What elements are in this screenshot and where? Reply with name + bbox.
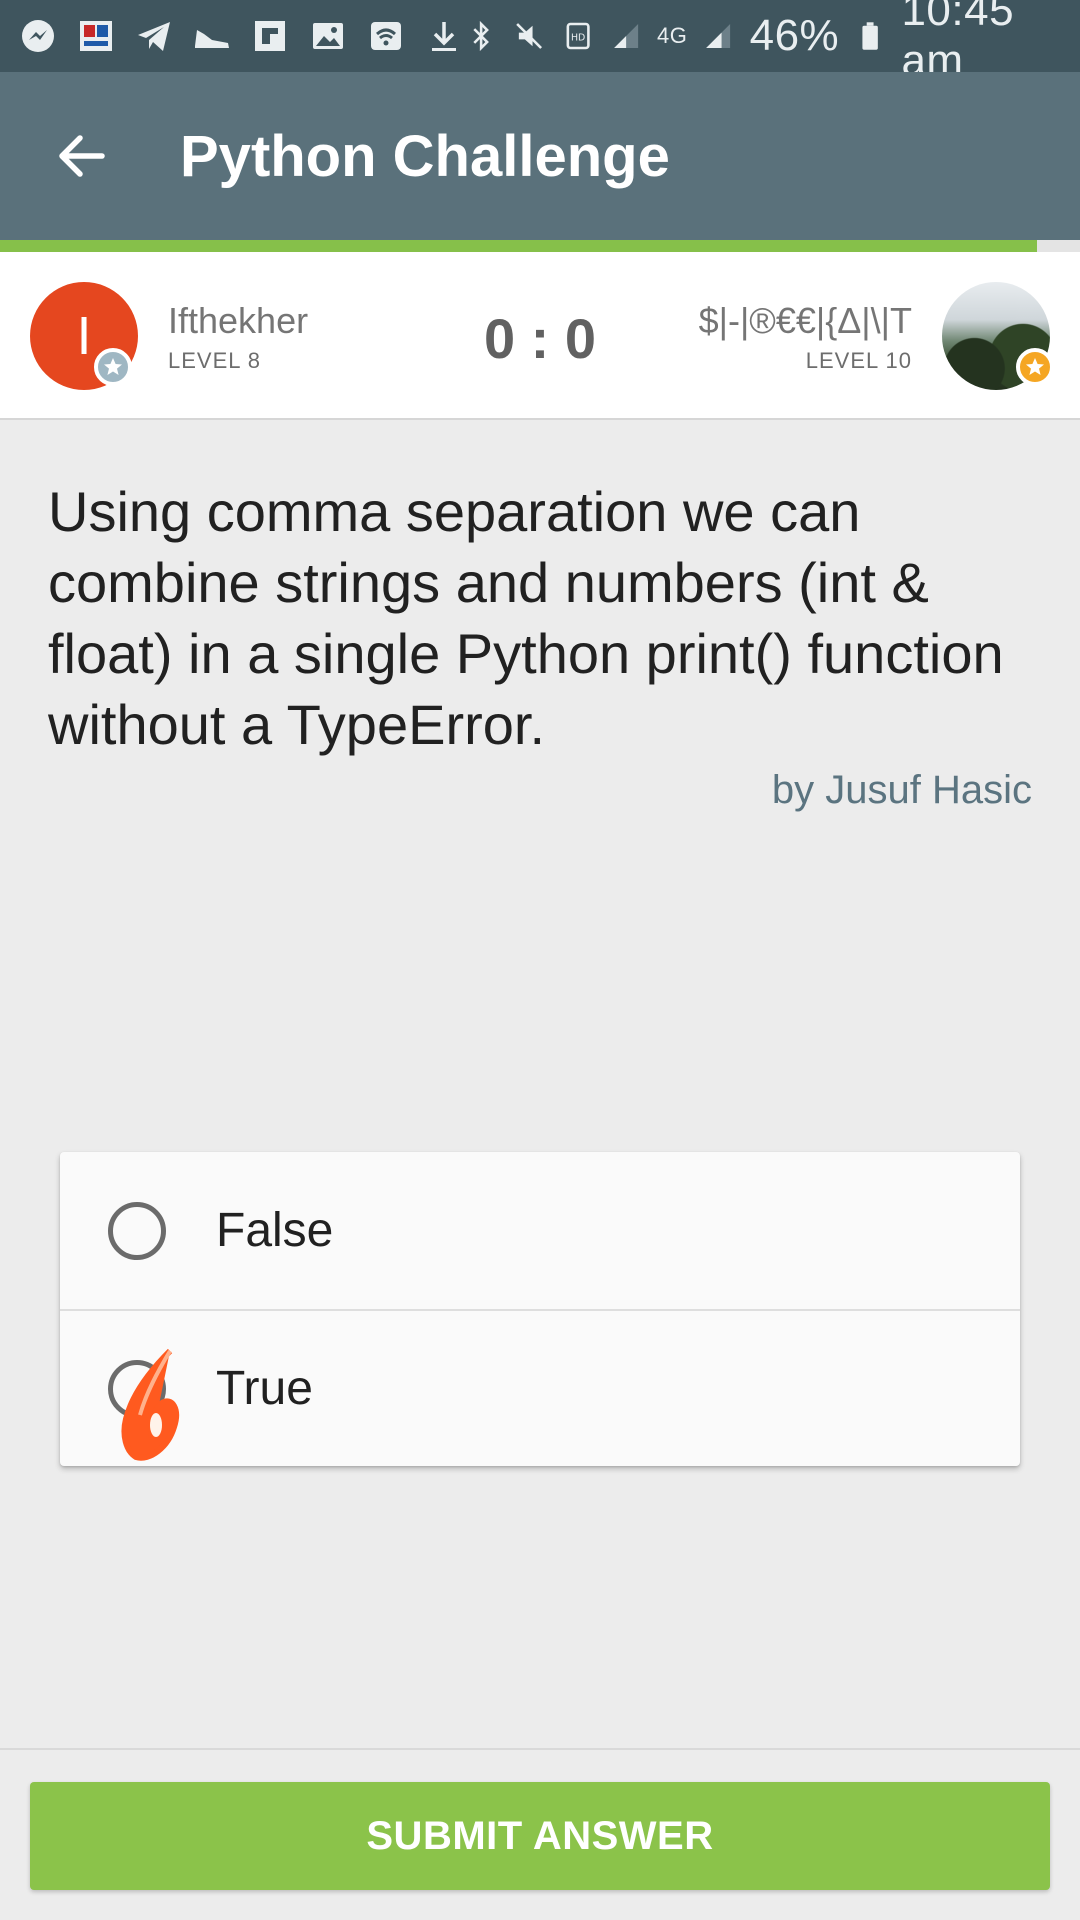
app-bar: Python Challenge [0, 72, 1080, 240]
hd-icon: HD [566, 22, 590, 50]
notification-icons [18, 16, 464, 56]
signal-icon [613, 24, 638, 48]
players-header: I Ifthekher LEVEL 8 0 : 0 $|-|®€€|{Δ|\|T… [0, 252, 1080, 420]
arrow-left-icon [59, 135, 105, 177]
bluetooth-icon [473, 20, 489, 52]
score: 0 : 0 [483, 307, 597, 370]
answer-label: True [216, 1362, 313, 1415]
player-level-right: LEVEL 10 [805, 348, 912, 373]
news-app-icon [80, 21, 112, 51]
network-type: 4G [657, 23, 688, 48]
time-progress-bar [0, 240, 1080, 252]
question-author: by Jusuf Hasic [771, 768, 1032, 812]
player-name-right: $|-|®€€|{Δ|\|T [698, 300, 912, 341]
svg-text:HD: HD [570, 32, 584, 43]
telegram-icon [138, 22, 170, 51]
shoe-icon [195, 30, 229, 48]
time-progress-fill [0, 240, 1037, 252]
mute-icon [516, 23, 543, 49]
battery-percent: 46% [749, 11, 840, 60]
download-icon [432, 22, 456, 51]
back-button[interactable] [0, 72, 164, 240]
wifi-hotspot-icon [371, 22, 401, 50]
level-badge-right [1016, 348, 1054, 386]
star-icon [1026, 358, 1044, 375]
answer-option-false[interactable]: False [60, 1152, 1020, 1309]
answer-label: False [216, 1204, 334, 1257]
messenger-icon [22, 20, 54, 52]
battery-icon [862, 22, 879, 50]
status-bar: HD 4G 46% 10:45 am [0, 0, 1080, 85]
submit-answer-button[interactable]: SUBMIT ANSWER [30, 1782, 1050, 1890]
flipboard-icon [255, 21, 285, 51]
divider [0, 1748, 1080, 1750]
answer-options: False True [60, 1152, 1020, 1466]
signal-icon-2 [706, 24, 731, 48]
answer-option-true[interactable]: True [60, 1309, 1020, 1466]
touch-cursor-icon [121, 1348, 180, 1461]
question-text: Using comma separation we can combine st… [48, 480, 1004, 756]
page-title: Python Challenge [180, 123, 670, 189]
gallery-icon [313, 23, 343, 49]
radio-button[interactable] [108, 1201, 166, 1260]
